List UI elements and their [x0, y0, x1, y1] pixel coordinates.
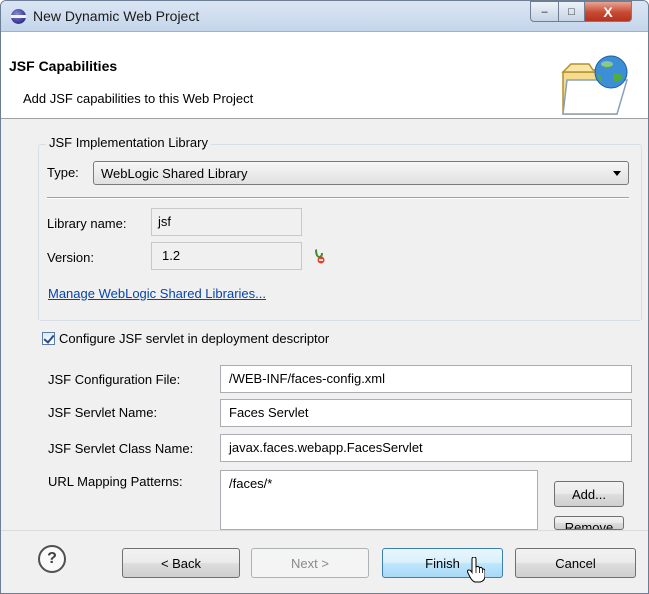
chevron-down-icon [613, 171, 621, 176]
type-combo-value: WebLogic Shared Library [101, 166, 248, 181]
separator [47, 197, 629, 199]
maximize-icon: □ [568, 5, 575, 18]
minimize-button[interactable]: ‒ [530, 1, 559, 22]
config-file-label: JSF Configuration File: [48, 372, 181, 387]
page-description: Add JSF capabilities to this Web Project [23, 91, 254, 106]
servlet-name-label: JSF Servlet Name: [48, 405, 158, 420]
version-label: Version: [47, 250, 94, 265]
type-label: Type: [47, 165, 79, 180]
remove-pattern-button[interactable]: Remove [554, 516, 624, 530]
servlet-name-input[interactable]: Faces Servlet [220, 399, 632, 427]
url-patterns-list[interactable]: /faces/* [220, 470, 538, 530]
configure-servlet-label[interactable]: Configure JSF servlet in deployment desc… [59, 331, 329, 346]
help-button[interactable]: ? [38, 545, 66, 573]
library-name-label: Library name: [47, 216, 127, 231]
cancel-button[interactable]: Cancel [515, 548, 636, 578]
manage-libraries-link[interactable]: Manage WebLogic Shared Libraries... [48, 286, 266, 301]
page-title: JSF Capabilities [9, 58, 118, 74]
wizard-header: JSF Capabilities Add JSF capabilities to… [1, 32, 648, 119]
help-icon: ? [47, 550, 57, 567]
eclipse-icon [11, 9, 26, 24]
close-button[interactable]: X [584, 1, 632, 22]
servlet-class-label: JSF Servlet Class Name: [48, 441, 194, 456]
window-title: New Dynamic Web Project [33, 8, 200, 24]
hand-cursor-icon [467, 557, 485, 583]
list-item[interactable]: /faces/* [221, 471, 537, 496]
version-field: 1.2 [151, 242, 302, 270]
maximize-button[interactable]: □ [558, 1, 585, 22]
servlet-class-input[interactable]: javax.faces.webapp.FacesServlet [220, 434, 632, 462]
dialog-window: New Dynamic Web Project ‒ □ X JSF Capabi… [0, 0, 649, 594]
minimize-icon: ‒ [541, 5, 548, 18]
configure-servlet-checkbox[interactable] [42, 332, 55, 345]
title-bar[interactable]: New Dynamic Web Project ‒ □ X [1, 1, 648, 32]
library-name-field: jsf [151, 208, 302, 236]
add-pattern-button[interactable]: Add... [554, 481, 624, 507]
back-button[interactable]: < Back [122, 548, 240, 578]
config-file-input[interactable]: /WEB-INF/faces-config.xml [220, 365, 632, 393]
folder-globe-icon [561, 55, 629, 115]
close-icon: X [603, 3, 613, 20]
next-button[interactable]: Next > [251, 548, 369, 578]
type-combo[interactable]: WebLogic Shared Library [93, 161, 629, 185]
implementation-group-label: JSF Implementation Library [46, 135, 211, 150]
url-patterns-label: URL Mapping Patterns: [48, 474, 183, 489]
lock-icon [315, 249, 325, 264]
